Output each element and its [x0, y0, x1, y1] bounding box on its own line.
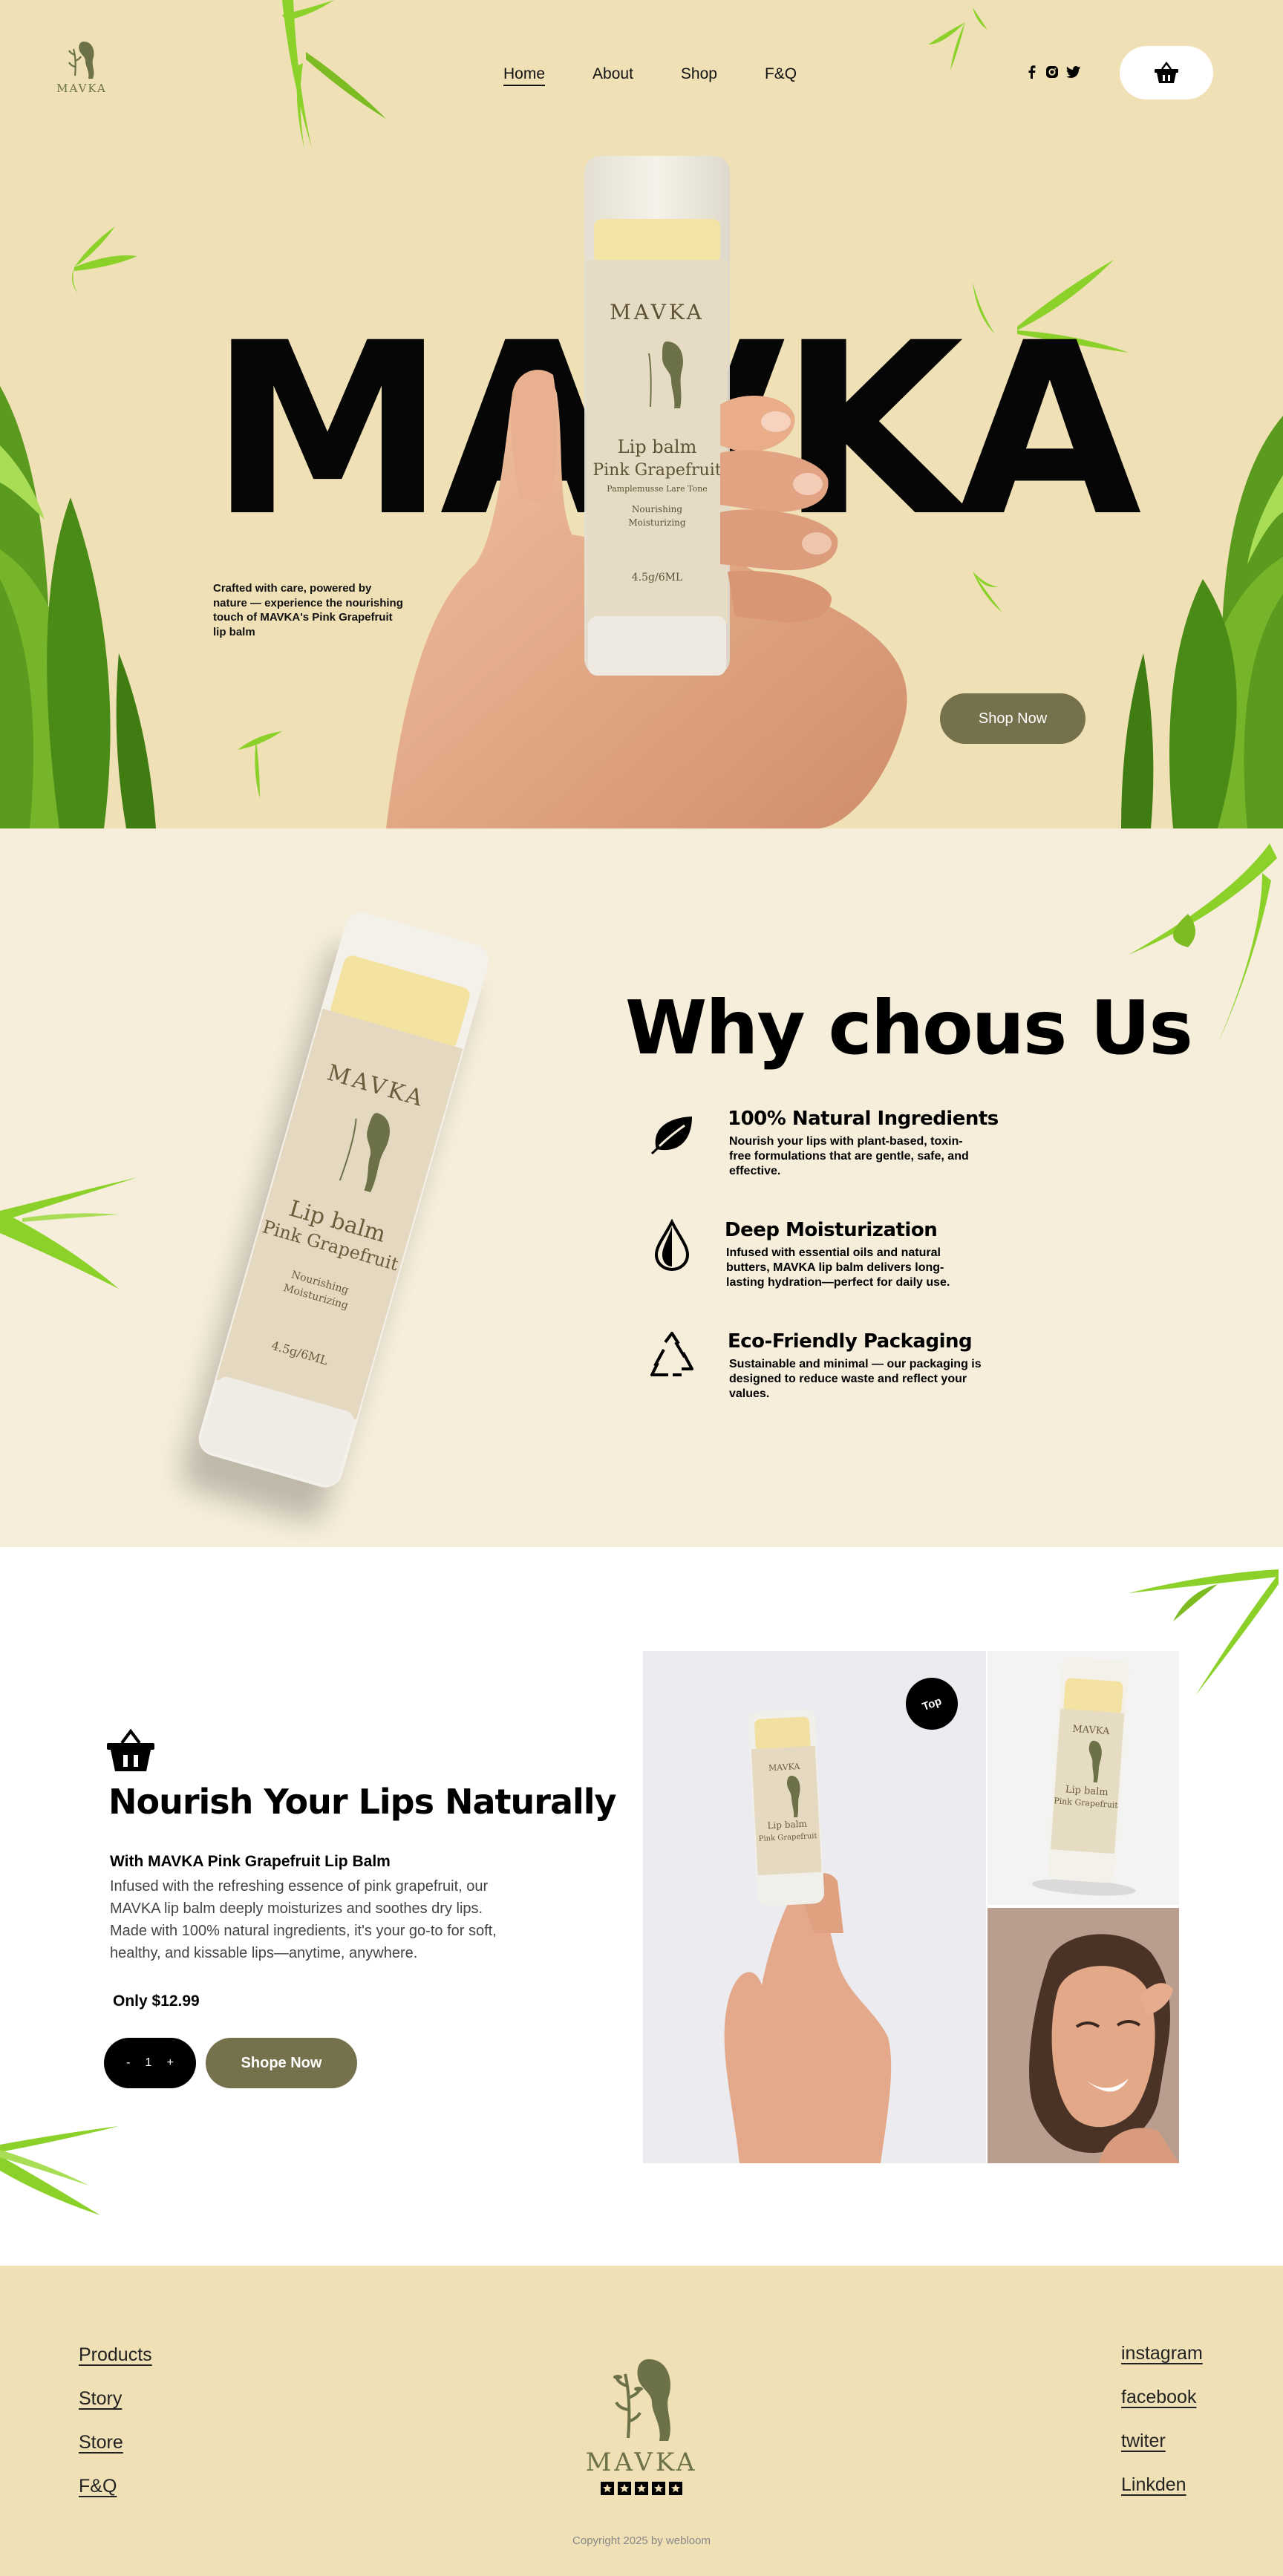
feature-title: Eco-Friendly Packaging: [728, 1330, 973, 1353]
basket-icon: [107, 1728, 154, 1771]
tube-line1-text: Lip balm: [767, 1819, 808, 1831]
gallery-image-tube: MAVKA Lip balm Pink Grapefruit: [987, 1651, 1179, 1905]
why-choose-us-section: MAVKA Lip balm Pink Grapefruit Nourishin…: [0, 828, 1283, 1547]
star-icon: [601, 2482, 614, 2495]
gallery-image-model: [987, 1908, 1179, 2163]
why-title: Why chous Us: [625, 984, 1193, 1071]
product-subtitle: With MAVKA Pink Grapefruit Lip Balm: [110, 1853, 391, 1870]
footer-left-links: Products Story Store F&Q: [79, 2344, 152, 2497]
main-nav: Home About Shop F&Q: [503, 65, 797, 86]
hero-section: MAVKA Home About Shop F&Q MAVKA Lip balm…: [0, 0, 1283, 828]
twitter-icon[interactable]: [1066, 65, 1081, 79]
footer-social-links: instagram facebook twiter Linkden: [1121, 2343, 1203, 2496]
footer-link-linkedin[interactable]: Linkden: [1121, 2474, 1203, 2496]
social-links: [1026, 65, 1081, 79]
hero-tagline: Crafted with care, powered by nature — e…: [213, 582, 403, 638]
footer-link-fq[interactable]: F&Q: [79, 2476, 152, 2497]
tube-size-text: 4.5g/6ML: [632, 572, 682, 583]
lip-balm-tube-image: MAVKA Lip balm Pink Grapefruit: [1031, 1657, 1136, 1896]
nav-home[interactable]: Home: [503, 65, 546, 86]
feature-title: Deep Moisturization: [725, 1219, 938, 1241]
quantity-stepper: - 1 +: [104, 2038, 196, 2088]
tube-brand-text: MAVKA: [610, 300, 705, 324]
quantity-increase-button[interactable]: +: [167, 2056, 174, 2070]
feature-text: Sustainable and minimal — our packaging …: [729, 1358, 982, 1400]
quantity-value: 1: [145, 2056, 152, 2069]
footer-wordmark: MAVKA: [585, 2448, 698, 2477]
instagram-icon[interactable]: [1045, 65, 1059, 79]
recycle-icon: [650, 1332, 693, 1376]
product-description: Infused with the refreshing essence of p…: [110, 1878, 497, 1961]
copyright-text: Copyright 2025 by webloom: [572, 2534, 711, 2547]
brand-wordmark: MAVKA: [56, 82, 107, 95]
footer-link-twitter[interactable]: twiter: [1121, 2430, 1203, 2452]
feature-title: 100% Natural Ingredients: [728, 1108, 999, 1130]
tube-line3-text: Pamplemusse Lare Tone: [607, 484, 708, 494]
footer-link-instagram[interactable]: instagram: [1121, 2343, 1203, 2364]
basket-icon: [1155, 62, 1178, 83]
hero-shop-now-button[interactable]: Shop Now: [940, 693, 1086, 744]
feature-text: Infused with essential oils and natural …: [726, 1246, 950, 1289]
star-icon: [669, 2482, 682, 2495]
tube-line4-text: Nourishing: [632, 504, 682, 514]
brand-logo[interactable]: MAVKA: [52, 39, 111, 95]
footer-logo[interactable]: MAVKA: [572, 2355, 711, 2495]
star-icon: [652, 2482, 665, 2495]
nav-shop[interactable]: Shop: [681, 65, 717, 86]
tube-line5-text: Moisturizing: [628, 517, 686, 528]
footer: Products Story Store F&Q MAVKA instagram…: [0, 2266, 1283, 2576]
tube-line1-text: Lip balm: [618, 437, 697, 457]
mavka-logo-icon: [68, 42, 94, 79]
feature-text: Nourish your lips with plant-based, toxi…: [729, 1135, 969, 1177]
product-title: Nourish Your Lips Naturally: [108, 1782, 617, 1822]
product-section: Nourish Your Lips Naturally With MAVKA P…: [0, 1547, 1279, 2266]
mavka-logo-icon: [613, 2359, 670, 2441]
quantity-decrease-button[interactable]: -: [126, 2056, 130, 2070]
lip-balm-tube-image: MAVKA Lip balm Pink Grapefruit Nourishin…: [181, 912, 489, 1521]
nav-fq[interactable]: F&Q: [765, 65, 797, 86]
footer-link-facebook[interactable]: facebook: [1121, 2387, 1203, 2408]
star-icon: [618, 2482, 631, 2495]
smiling-woman-image: [987, 1908, 1179, 2163]
rating-stars: [572, 2482, 711, 2495]
nav-about[interactable]: About: [592, 65, 633, 86]
facebook-icon[interactable]: [1026, 65, 1038, 79]
star-icon: [635, 2482, 648, 2495]
footer-link-products[interactable]: Products: [79, 2344, 152, 2366]
cart-button[interactable]: [1120, 46, 1213, 99]
footer-link-store[interactable]: Store: [79, 2432, 152, 2454]
product-price: Only $12.99: [113, 1993, 200, 2010]
product-shop-now-button[interactable]: Shope Now: [206, 2038, 357, 2088]
tube-line2-text: Pink Grapefruit: [592, 461, 722, 480]
tube-brand-text: MAVKA: [768, 1762, 801, 1773]
hand-holding-lip-balm-image: MAVKA Lip balm Pink Grapefruit Pamplemus…: [386, 156, 907, 828]
footer-link-story[interactable]: Story: [79, 2388, 152, 2410]
drop-icon: [654, 1219, 690, 1271]
leaf-icon: [650, 1117, 692, 1155]
